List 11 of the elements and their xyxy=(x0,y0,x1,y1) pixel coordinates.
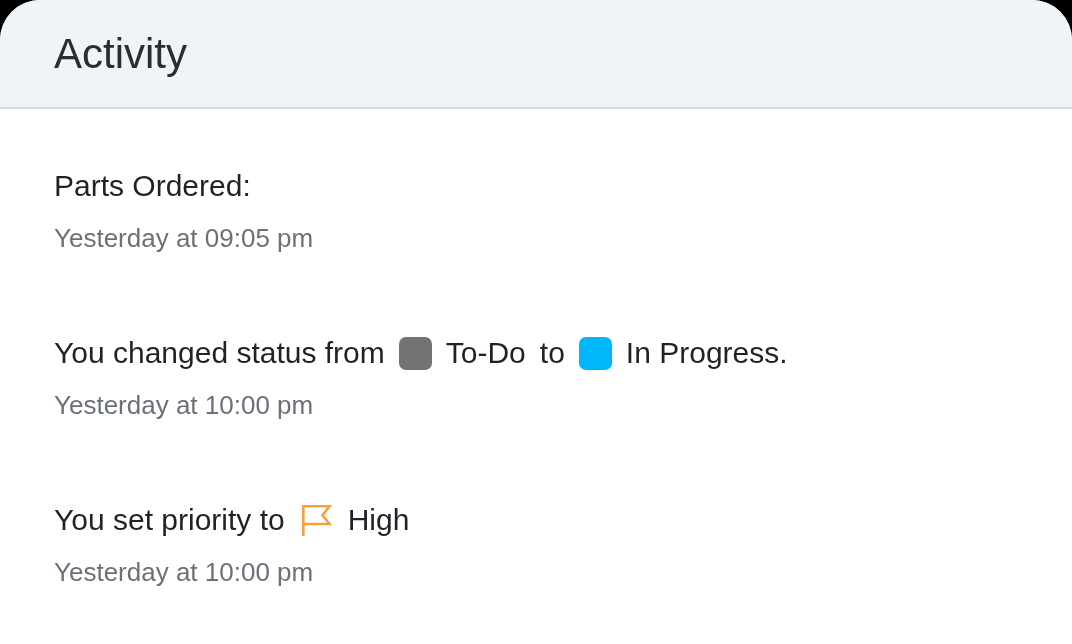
activity-time: Yesterday at 10:00 pm xyxy=(54,389,314,421)
activity-text: You set priority to xyxy=(54,502,285,538)
activity-time: Yesterday at 09:05 pm xyxy=(54,222,314,254)
status-label: In Progress. xyxy=(625,335,788,371)
activity-time: Yesterday at 10:00 pm xyxy=(54,556,314,588)
activity-text: You changed status from xyxy=(54,335,385,371)
activity-text: to xyxy=(539,335,565,371)
activity-text: Parts Ordered: xyxy=(54,168,251,204)
status-label: To-Do xyxy=(445,335,526,371)
priority-label: High xyxy=(347,502,410,538)
panel-title: Activity xyxy=(54,29,187,78)
